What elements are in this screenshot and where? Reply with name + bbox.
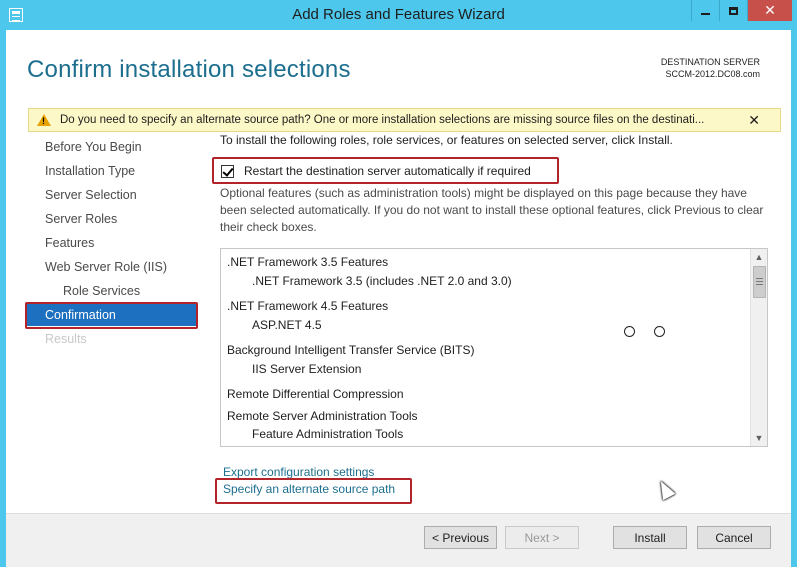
list-scrollbar[interactable]: ▲ ▼ xyxy=(750,249,767,446)
maximize-button[interactable] xyxy=(719,0,746,21)
warning-triangle-icon: ! xyxy=(37,114,51,126)
title-bar: Add Roles and Features Wizard ✕ xyxy=(0,0,797,30)
sidebar-item-before-you-begin[interactable]: Before You Begin xyxy=(26,136,198,158)
window-title: Add Roles and Features Wizard xyxy=(292,6,505,23)
sidebar-item-server-selection[interactable]: Server Selection xyxy=(26,184,198,206)
scroll-down-arrow-icon[interactable]: ▼ xyxy=(751,430,767,446)
intro-text: To install the following roles, role ser… xyxy=(220,133,673,147)
destination-server-label: DESTINATION SERVER xyxy=(660,57,760,67)
export-configuration-link[interactable]: Export configuration settings xyxy=(223,465,374,479)
list-item: Background Intelligent Transfer Service … xyxy=(227,343,475,357)
scroll-thumb[interactable] xyxy=(753,266,766,298)
list-item: IIS Server Extension xyxy=(252,362,362,376)
sidebar-item-web-server-role[interactable]: Web Server Role (IIS) xyxy=(26,256,198,278)
circle-marker-icon xyxy=(624,326,635,337)
list-item: Remote Server Administration Tools xyxy=(227,409,418,423)
page-title: Confirm installation selections xyxy=(27,56,351,83)
install-button[interactable]: Install xyxy=(613,526,687,549)
warning-text: Do you need to specify an alternate sour… xyxy=(60,114,705,126)
alternate-source-path-link[interactable]: Specify an alternate source path xyxy=(223,482,395,496)
close-icon: ✕ xyxy=(764,2,776,18)
minimize-button[interactable] xyxy=(691,0,718,21)
list-item: .NET Framework 3.5 Features xyxy=(227,255,389,269)
previous-button[interactable]: < Previous xyxy=(424,526,497,549)
circle-marker-icon xyxy=(654,326,665,337)
sidebar-item-confirmation[interactable]: Confirmation xyxy=(26,304,198,326)
sidebar-item-role-services[interactable]: Role Services xyxy=(26,280,198,302)
cancel-button[interactable]: Cancel xyxy=(697,526,771,549)
warning-banner: ! Do you need to specify an alternate so… xyxy=(28,108,781,132)
scroll-up-arrow-icon[interactable]: ▲ xyxy=(751,249,767,265)
sidebar-item-results: Results xyxy=(45,332,87,346)
list-item: .NET Framework 4.5 Features xyxy=(227,299,389,313)
list-item: ASP.NET 4.5 xyxy=(252,318,322,332)
close-window-button[interactable]: ✕ xyxy=(747,0,792,21)
list-item: Remote Differential Compression xyxy=(227,387,404,401)
list-item: .NET Framework 3.5 (includes .NET 2.0 an… xyxy=(252,274,512,288)
minimize-icon xyxy=(700,12,710,15)
warning-dismiss-icon[interactable]: ✕ xyxy=(748,112,760,129)
list-item: Feature Administration Tools xyxy=(252,427,404,441)
restart-option[interactable]: Restart the destination server automatic… xyxy=(221,163,531,179)
sidebar-item-features[interactable]: Features xyxy=(26,232,198,254)
selected-features-list[interactable]: .NET Framework 3.5 Features .NET Framewo… xyxy=(220,248,768,447)
restart-checkbox-label[interactable]: Restart the destination server automatic… xyxy=(244,164,531,178)
optional-features-note: Optional features (such as administratio… xyxy=(220,186,764,234)
maximize-icon xyxy=(728,6,738,15)
sidebar-item-installation-type[interactable]: Installation Type xyxy=(26,160,198,182)
restart-checkbox[interactable] xyxy=(221,164,234,178)
next-button[interactable]: Next > xyxy=(505,526,579,549)
destination-server-name: SCCM-2012.DC08.com xyxy=(665,69,760,79)
sidebar-item-server-roles[interactable]: Server Roles xyxy=(26,208,198,230)
